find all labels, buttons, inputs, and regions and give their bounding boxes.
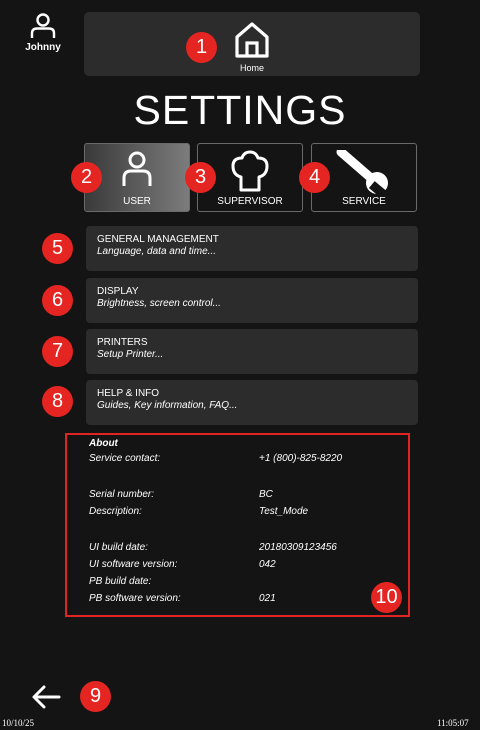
- footer-date: 10/10/25: [2, 718, 35, 728]
- home-icon: [235, 22, 269, 58]
- tab-service-label: SERVICE: [342, 196, 386, 207]
- menu-item-subtitle: Brightness, screen control...: [97, 298, 221, 309]
- menu-item-printers[interactable]: PRINTERS Setup Printer...: [86, 329, 418, 374]
- menu-item-subtitle: Setup Printer...: [97, 349, 164, 360]
- footer-time: 11:05:07: [437, 718, 469, 728]
- user-name: Johnny: [25, 42, 61, 53]
- annotation-badge-3: 3: [185, 162, 216, 193]
- annotation-badge-9: 9: [80, 681, 111, 712]
- menu-item-title: PRINTERS: [97, 337, 148, 348]
- page-title: SETTINGS: [133, 87, 347, 133]
- annotation-badge-4: 4: [299, 162, 330, 193]
- menu-item-general-management[interactable]: GENERAL MANAGEMENT Language, data and ti…: [86, 226, 418, 271]
- menu-item-display[interactable]: DISPLAY Brightness, screen control...: [86, 278, 418, 323]
- menu-item-help-info[interactable]: HELP & INFO Guides, Key information, FAQ…: [86, 380, 418, 425]
- annotation-badge-10: 10: [371, 582, 402, 613]
- annotation-badge-5: 5: [42, 233, 73, 264]
- chef-hat-icon: [231, 150, 269, 192]
- tab-supervisor-label: SUPERVISOR: [217, 196, 283, 207]
- user-icon: [30, 13, 56, 38]
- annotation-badge-6: 6: [42, 285, 73, 316]
- annotation-badge-7: 7: [42, 336, 73, 367]
- home-label: Home: [239, 63, 264, 73]
- user-icon: [122, 151, 152, 186]
- annotation-badge-8: 8: [42, 386, 73, 417]
- settings-screen: Johnny Home SETTINGS USER SUPERVISOR SER…: [0, 0, 480, 730]
- annotation-badge-2: 2: [71, 162, 102, 193]
- menu-item-subtitle: Language, data and time...: [97, 246, 216, 257]
- about-highlight-box: [65, 433, 410, 617]
- user-profile[interactable]: Johnny: [18, 12, 68, 53]
- back-arrow-icon[interactable]: [31, 685, 61, 709]
- wrench-icon: [336, 150, 389, 196]
- tab-user-label: USER: [123, 196, 151, 207]
- menu-item-title: DISPLAY: [97, 286, 139, 297]
- annotation-badge-1: 1: [186, 32, 217, 63]
- menu-item-title: HELP & INFO: [97, 388, 160, 399]
- menu-item-subtitle: Guides, Key information, FAQ...: [97, 400, 238, 411]
- menu-item-title: GENERAL MANAGEMENT: [97, 234, 219, 245]
- home-button[interactable]: Home: [84, 12, 420, 76]
